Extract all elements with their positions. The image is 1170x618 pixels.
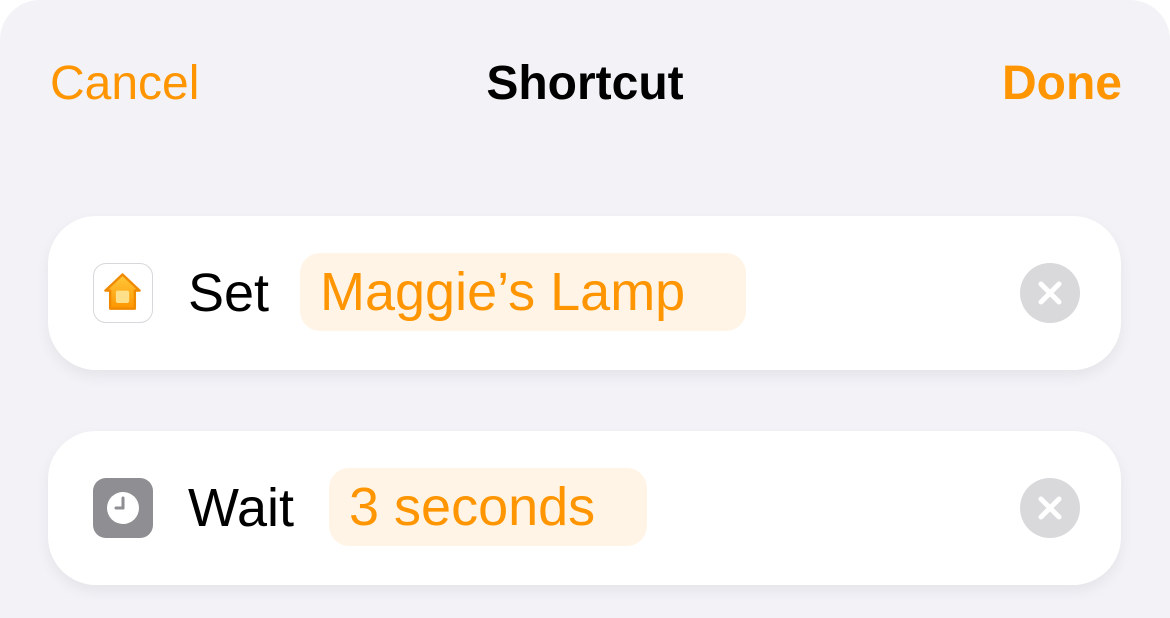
action-verb: Set xyxy=(188,263,270,323)
accessory-parameter-token[interactable]: Maggie’s Lamp xyxy=(300,253,746,331)
cancel-button[interactable]: Cancel xyxy=(50,56,199,112)
duration-parameter-token[interactable]: 3 seconds xyxy=(329,468,647,546)
close-icon xyxy=(1038,281,1062,305)
remove-action-button[interactable] xyxy=(1020,263,1080,323)
action-card-wait[interactable]: Wait 3 seconds xyxy=(48,431,1121,585)
shortcut-editor-sheet: Shortcut Cancel Done Set Maggie’s Lamp W… xyxy=(0,0,1170,618)
home-icon xyxy=(93,263,153,323)
remove-action-button[interactable] xyxy=(1020,478,1080,538)
done-button[interactable]: Done xyxy=(1002,56,1122,112)
close-icon xyxy=(1038,496,1062,520)
action-card-set-lamp[interactable]: Set Maggie’s Lamp xyxy=(48,216,1121,370)
clock-icon xyxy=(93,478,153,538)
action-verb: Wait xyxy=(188,478,294,538)
